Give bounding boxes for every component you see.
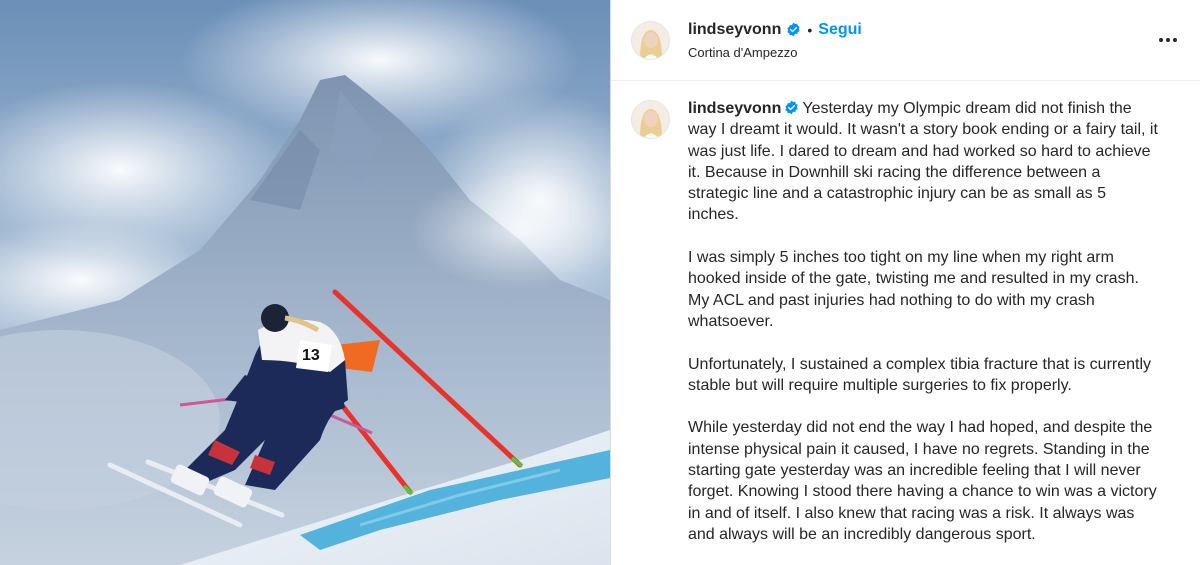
caption-paragraph-3: Unfortunately, I sustained a complex tib… bbox=[688, 355, 1152, 394]
separator-dot: • bbox=[807, 21, 813, 38]
post-dialog: 13 lindseyvonn • Segui Cortina d'Ampezzo… bbox=[0, 0, 1200, 565]
bib-number: 13 bbox=[302, 347, 320, 364]
caption-paragraph-1: Yesterday my Olympic dream did not finis… bbox=[688, 100, 1158, 224]
avatar-image bbox=[632, 101, 669, 138]
caption-avatar[interactable] bbox=[631, 100, 670, 139]
avatar[interactable] bbox=[631, 20, 670, 60]
verified-badge-icon bbox=[784, 100, 799, 115]
caption-text: lindseyvonn Yesterday my Olympic dream di… bbox=[688, 98, 1158, 565]
caption-username[interactable]: lindseyvonn bbox=[688, 100, 781, 117]
post-username[interactable]: lindseyvonn bbox=[688, 21, 781, 39]
caption-paragraph-2: I was simply 5 inches too tight on my li… bbox=[688, 249, 1139, 330]
post-caption: lindseyvonn Yesterday my Olympic dream di… bbox=[611, 81, 1200, 565]
caption-paragraph-4: While yesterday did not end the way I ha… bbox=[688, 419, 1157, 543]
verified-badge-icon bbox=[786, 22, 801, 37]
more-options-icon[interactable] bbox=[1156, 28, 1180, 52]
caption-paragraph: lindseyvonn Yesterday my Olympic dream di… bbox=[688, 98, 1158, 226]
post-image[interactable]: 13 bbox=[0, 0, 610, 565]
post-location[interactable]: Cortina d'Ampezzo bbox=[688, 45, 862, 60]
follow-button[interactable]: Segui bbox=[818, 21, 862, 39]
skier-photo: 13 bbox=[0, 0, 610, 565]
avatar-image bbox=[632, 21, 669, 59]
post-side-panel: lindseyvonn • Segui Cortina d'Ampezzo li… bbox=[610, 0, 1200, 565]
post-header: lindseyvonn • Segui Cortina d'Ampezzo bbox=[611, 0, 1200, 81]
